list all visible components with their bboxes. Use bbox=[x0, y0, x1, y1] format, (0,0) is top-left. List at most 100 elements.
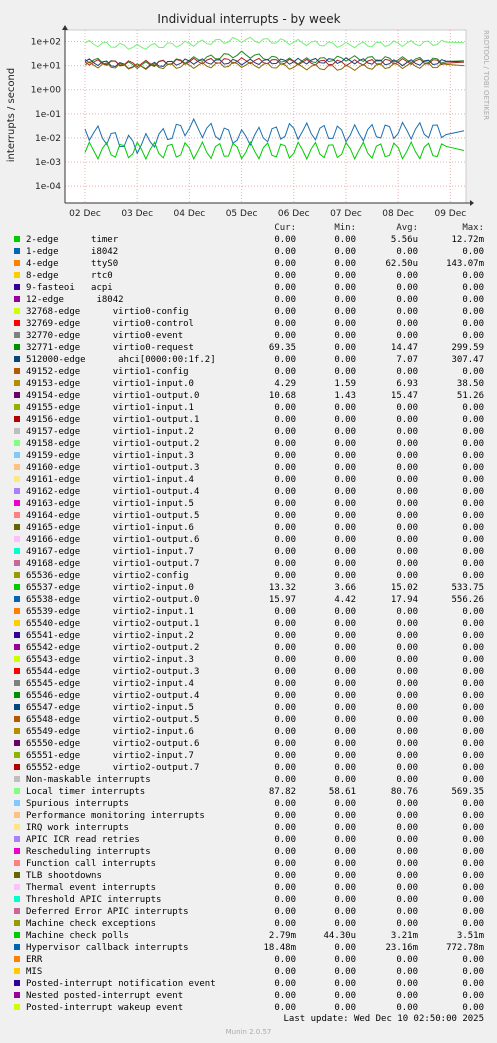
legend-cur-value: 0.00 bbox=[274, 643, 296, 653]
legend-min-value: 3.66 bbox=[334, 583, 356, 593]
legend-avg-value: 0.00 bbox=[396, 727, 418, 737]
legend-min-value: 0.00 bbox=[334, 535, 356, 545]
legend-row: 32768-edge virtio0-config 0.00 0.00 0.00 0.0… bbox=[0, 306, 497, 318]
legend-max-value: 0.00 bbox=[462, 439, 484, 449]
legend-max-value: 0.00 bbox=[462, 667, 484, 677]
legend-min-value: 0.00 bbox=[334, 943, 356, 953]
x-tick-label: 05 Dec bbox=[226, 209, 258, 219]
legend-avg-value: 0.00 bbox=[396, 559, 418, 569]
legend-label: Machine check polls bbox=[26, 931, 129, 941]
legend-label: 32768-edge virtio0-config bbox=[26, 307, 189, 317]
legend-swatch bbox=[14, 296, 20, 302]
legend-min-value: 0.00 bbox=[334, 847, 356, 857]
legend-avg-value: 0.00 bbox=[396, 523, 418, 533]
legend-cur-value: 0.00 bbox=[274, 727, 296, 737]
legend-max-value: 0.00 bbox=[462, 643, 484, 653]
legend-cur-value: 0.00 bbox=[274, 739, 296, 749]
legend-max-value: 0.00 bbox=[462, 835, 484, 845]
legend-max-value: 0.00 bbox=[462, 907, 484, 917]
legend-cur-value: 0.00 bbox=[274, 871, 296, 881]
legend-avg-value: 0.00 bbox=[396, 1003, 418, 1013]
legend-max-value: 0.00 bbox=[462, 679, 484, 689]
legend-avg-value: 0.00 bbox=[396, 619, 418, 629]
legend-row: Local timer interrupts 87.82 58.61 80.76 569… bbox=[0, 786, 497, 798]
legend-avg-value: 0.00 bbox=[396, 667, 418, 677]
legend-cur-value: 0.00 bbox=[274, 907, 296, 917]
legend-cur-value: 0.00 bbox=[274, 967, 296, 977]
legend-swatch bbox=[14, 476, 20, 482]
legend-row: 65544-edge virtio2-output.3 0.00 0.00 0.00 0… bbox=[0, 666, 497, 678]
legend-avg-value: 0.00 bbox=[396, 547, 418, 557]
legend-swatch bbox=[14, 512, 20, 518]
legend-label: ERR bbox=[26, 955, 43, 965]
legend-max-value: 0.00 bbox=[462, 463, 484, 473]
legend-cur-value: 0.00 bbox=[274, 319, 296, 329]
legend-row: 2-edge timer 0.00 0.00 5.56u 12.72m bbox=[0, 234, 497, 246]
legend-header: Cur: Min: Avg: Max: bbox=[0, 222, 497, 234]
legend-swatch bbox=[14, 620, 20, 626]
legend-avg-value: 5.56u bbox=[390, 235, 418, 245]
legend-max-value: 0.00 bbox=[462, 691, 484, 701]
legend-min-value: 0.00 bbox=[334, 307, 356, 317]
x-tick-label: 09 Dec bbox=[434, 209, 466, 219]
legend-cur-value: 0.00 bbox=[274, 715, 296, 725]
legend-row: 65541-edge virtio2-input.2 0.00 0.00 0.00 0.… bbox=[0, 630, 497, 642]
legend-swatch bbox=[14, 824, 20, 830]
legend-label: 49166-edge virtio1-output.6 bbox=[26, 535, 200, 545]
legend-swatch bbox=[14, 656, 20, 662]
legend-cur-value: 0.00 bbox=[274, 763, 296, 773]
legend-max-value: 0.00 bbox=[462, 979, 484, 989]
legend-max-value: 0.00 bbox=[462, 283, 484, 293]
legend-avg-value: 0.00 bbox=[396, 715, 418, 725]
legend-avg-value: 0.00 bbox=[396, 331, 418, 341]
legend-avg-value: 0.00 bbox=[396, 919, 418, 929]
legend-row: 65539-edge virtio2-input.1 0.00 0.00 0.00 0.… bbox=[0, 606, 497, 618]
legend-label: 49167-edge virtio1-input.7 bbox=[26, 547, 194, 557]
legend-cur-value: 13.32 bbox=[268, 583, 296, 593]
legend-row: 32771-edge virtio0-request 69.35 0.00 14.47… bbox=[0, 342, 497, 354]
legend-max-value: 0.00 bbox=[462, 715, 484, 725]
legend-label: Deferred Error APIC interrupts bbox=[26, 907, 189, 917]
legend-max-value: 0.00 bbox=[462, 427, 484, 437]
legend-label: 49152-edge virtio1-config bbox=[26, 367, 189, 377]
legend-cur-value: 0.00 bbox=[274, 991, 296, 1001]
legend-cur-value: 0.00 bbox=[274, 247, 296, 257]
legend-row: 65536-edge virtio2-config 0.00 0.00 0.00 0.0… bbox=[0, 570, 497, 582]
legend-avg-value: 0.00 bbox=[396, 499, 418, 509]
legend-label: IRQ work interrupts bbox=[26, 823, 129, 833]
legend-row: 49154-edge virtio1-output.0 10.68 1.43 15.4… bbox=[0, 390, 497, 402]
legend-swatch bbox=[14, 644, 20, 650]
legend-min-value: 1.59 bbox=[334, 379, 356, 389]
legend-max-value: 0.00 bbox=[462, 739, 484, 749]
legend-avg-value: 0.00 bbox=[396, 475, 418, 485]
legend-label: 9-fasteoi acpi bbox=[26, 283, 113, 293]
legend-label: 65539-edge virtio2-input.1 bbox=[26, 607, 194, 617]
legend-cur-value: 0.00 bbox=[274, 691, 296, 701]
legend-swatch bbox=[14, 932, 20, 938]
legend-max-value: 533.75 bbox=[451, 583, 484, 593]
legend-avg-value: 0.00 bbox=[396, 571, 418, 581]
legend-swatch bbox=[14, 896, 20, 902]
legend-swatch bbox=[14, 536, 20, 542]
legend-avg-value: 0.00 bbox=[396, 895, 418, 905]
legend-swatch bbox=[14, 464, 20, 470]
legend-avg-value: 0.00 bbox=[396, 271, 418, 281]
legend-cur-value: 0.00 bbox=[274, 487, 296, 497]
legend-max-value: 0.00 bbox=[462, 991, 484, 1001]
legend-max-value: 0.00 bbox=[462, 571, 484, 581]
legend-min-value: 0.00 bbox=[334, 955, 356, 965]
legend-min-value: 0.00 bbox=[334, 799, 356, 809]
legend-row: 65552-edge virtio2-output.7 0.00 0.00 0.00 0… bbox=[0, 762, 497, 774]
y-tick-label: 1e+02 bbox=[31, 38, 61, 48]
legend-cur-value: 0.00 bbox=[274, 919, 296, 929]
legend-avg-value: 0.00 bbox=[396, 415, 418, 425]
header-max: Max: bbox=[462, 223, 484, 233]
legend-min-value: 0.00 bbox=[334, 259, 356, 269]
legend-label: 49165-edge virtio1-input.6 bbox=[26, 523, 194, 533]
legend-avg-value: 0.00 bbox=[396, 643, 418, 653]
legend-label: 65544-edge virtio2-output.3 bbox=[26, 667, 200, 677]
legend-row: Machine check polls 2.79m 44.30u 3.21m 3.51m bbox=[0, 930, 497, 942]
legend-label: 65545-edge virtio2-input.4 bbox=[26, 679, 194, 689]
legend-avg-value: 0.00 bbox=[396, 955, 418, 965]
legend-avg-value: 0.00 bbox=[396, 283, 418, 293]
